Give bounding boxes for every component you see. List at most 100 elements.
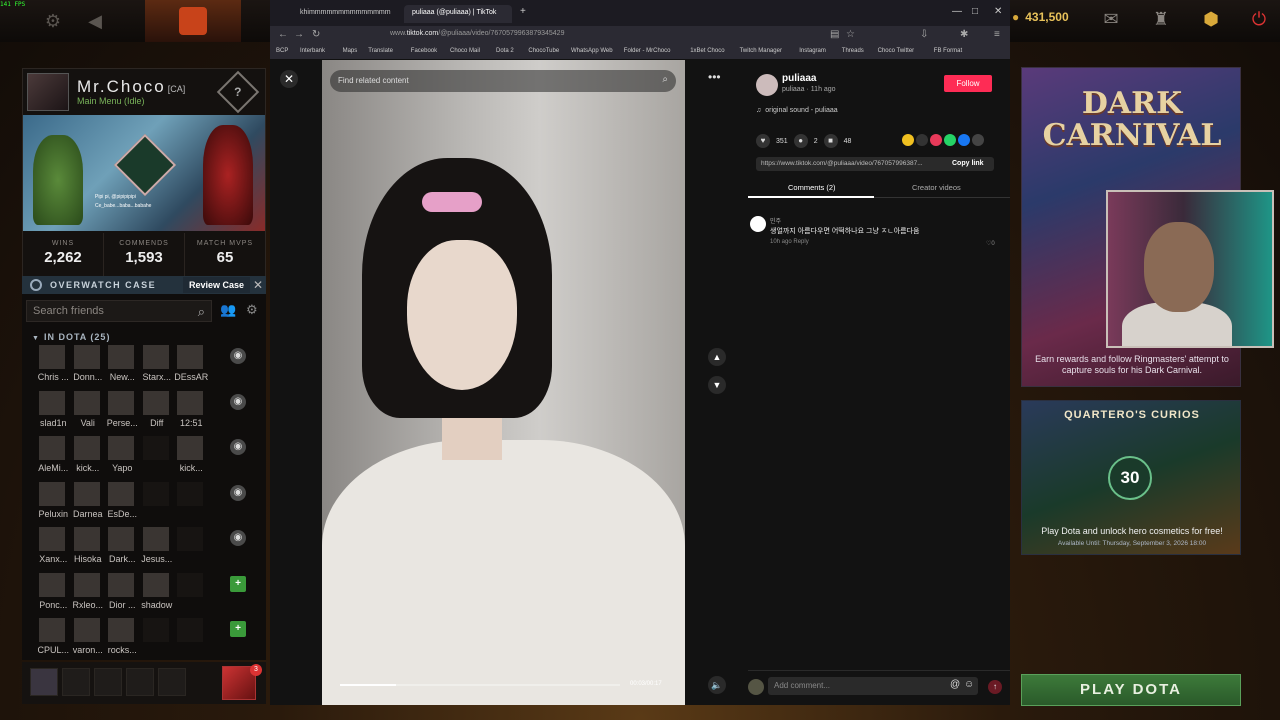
reply-button[interactable]: Reply — [793, 239, 808, 245]
friend-item[interactable]: varon... — [71, 617, 106, 661]
friend-item[interactable]: kick... — [174, 435, 209, 479]
friend-item[interactable]: Rxleo... — [71, 572, 106, 616]
friend-item[interactable] — [174, 481, 209, 525]
friend-item[interactable]: Donn... — [71, 344, 106, 388]
friend-item[interactable]: Starx... — [140, 344, 175, 388]
friend-item[interactable]: slad1n — [36, 390, 71, 434]
bookmark-item[interactable]: Interbank — [300, 48, 325, 54]
settings-gear-icon[interactable]: ⚙ — [42, 10, 64, 32]
friend-item[interactable]: Dark... — [105, 526, 140, 570]
forward-icon[interactable]: → — [294, 29, 304, 40]
bookmark-icon[interactable]: ■ — [823, 134, 838, 148]
party-slot[interactable] — [62, 668, 90, 696]
bookmark-item[interactable]: ChocoTube — [528, 48, 559, 54]
friend-item[interactable]: Chris ... — [36, 344, 71, 388]
bookmark-item[interactable]: BCP — [276, 48, 288, 54]
add-friend-icon[interactable]: 👥 — [220, 302, 236, 318]
sound-link[interactable]: original sound - puliaaa — [756, 107, 837, 114]
creator-username[interactable]: puliaaa — [782, 73, 816, 84]
friend-item[interactable]: Yapo — [105, 435, 140, 479]
friend-item[interactable]: Peluxin — [36, 481, 71, 525]
bookmark-item[interactable]: Folder - MrChoco — [624, 48, 671, 54]
friend-item[interactable]: Darnea — [71, 481, 106, 525]
friend-item[interactable]: Diff — [140, 390, 175, 434]
comment-icon[interactable]: ● — [793, 134, 808, 148]
party-slot[interactable] — [94, 668, 122, 696]
copy-link-button[interactable]: Copy link — [952, 160, 984, 167]
plus-hex-icon[interactable]: ⬢ — [1198, 9, 1224, 33]
reader-icon[interactable]: ▤ — [830, 29, 839, 40]
tab-creator-videos[interactable]: Creator videos — [912, 183, 961, 192]
previous-video-button[interactable]: ▲ — [708, 348, 726, 366]
friend-item[interactable]: CPUL... — [36, 617, 71, 661]
bookmark-star-icon[interactable]: ☆ — [846, 29, 855, 40]
bookmark-item[interactable]: Instagram — [799, 48, 826, 54]
armory-icon[interactable]: ♜ — [1148, 9, 1174, 33]
friend-settings-icon[interactable]: ⚙ — [246, 302, 258, 318]
profile-card[interactable]: Mr.Choco [CA] Main Menu (Idle) ? Pipi pi,… — [22, 68, 266, 278]
friend-item[interactable]: New... — [105, 344, 140, 388]
friend-item[interactable] — [140, 435, 175, 479]
friend-item[interactable] — [174, 526, 209, 570]
share-friend-icon[interactable] — [902, 134, 914, 146]
maximize-icon[interactable]: □ — [972, 6, 978, 17]
bookmark-item[interactable]: 1xBet Choco — [690, 48, 724, 54]
bookmark-item[interactable]: Maps — [343, 48, 358, 54]
next-video-button[interactable]: ▼ — [708, 376, 726, 394]
back-arrow-icon[interactable]: ◀ — [84, 10, 106, 32]
party-slot[interactable] — [158, 668, 186, 696]
mail-icon[interactable]: ✉ — [1098, 9, 1124, 33]
repost-icon[interactable] — [930, 134, 942, 146]
embed-icon[interactable] — [916, 134, 928, 146]
search-friends-input[interactable]: Search friends ⌕ — [26, 300, 212, 322]
post-comment-button[interactable]: ↑ — [988, 680, 1002, 694]
friend-item[interactable]: Hisoka — [71, 526, 106, 570]
address-field[interactable]: www.tiktok.com/@puliaaa/video/7670579963… — [390, 30, 564, 37]
friend-item[interactable]: Xanx... — [36, 526, 71, 570]
video-progress[interactable] — [340, 684, 620, 686]
bookmark-item[interactable]: Dota 2 — [496, 48, 514, 54]
heart-icon[interactable]: ♥ — [756, 134, 770, 148]
bookmark-item[interactable]: WhatsApp Web — [571, 48, 613, 54]
comment-user[interactable]: 민주 — [770, 216, 781, 225]
avatar[interactable] — [756, 74, 778, 96]
new-tab-icon[interactable]: + — [520, 6, 526, 17]
bookmark-item[interactable]: Facebook — [411, 48, 437, 54]
bookmark-item[interactable]: Choco Mail — [450, 48, 480, 54]
friend-item[interactable]: kick... — [71, 435, 106, 479]
friend-item[interactable]: Jesus... — [140, 526, 175, 570]
download-icon[interactable]: ⇩ — [920, 29, 928, 40]
bookmark-item[interactable]: Translate — [368, 48, 393, 54]
related-search-input[interactable]: Find related content ⌕ — [330, 70, 676, 92]
friend-item[interactable]: 12:51 — [174, 390, 209, 434]
more-options-icon[interactable]: ••• — [708, 70, 721, 84]
invite-plus-icon[interactable]: + — [230, 621, 246, 637]
whatsapp-icon[interactable] — [944, 134, 956, 146]
spectate-eye-icon[interactable]: ◉ — [230, 393, 246, 410]
mention-icon[interactable]: @ — [950, 679, 960, 690]
power-icon[interactable]: ⏻ — [1246, 9, 1272, 33]
friend-item[interactable]: AleMi... — [36, 435, 71, 479]
play-dota-button[interactable]: PLAY DOTA — [1021, 674, 1241, 706]
close-window-icon[interactable]: ✕ — [994, 6, 1002, 17]
spectate-eye-icon[interactable]: ◉ — [230, 484, 246, 501]
reload-icon[interactable]: ↻ — [312, 29, 320, 40]
friend-item[interactable]: rocks... — [105, 617, 140, 661]
friend-item[interactable]: Perse... — [105, 390, 140, 434]
invite-plus-icon[interactable]: + — [230, 575, 246, 592]
tab-1[interactable]: khimmmmmmmmmmmmmm — [292, 5, 400, 23]
friend-item[interactable]: Vali — [71, 390, 106, 434]
dota-logo[interactable] — [145, 0, 241, 42]
avatar[interactable] — [27, 73, 69, 111]
video-player[interactable] — [322, 60, 685, 705]
party-slot[interactable] — [30, 668, 58, 696]
comment-like[interactable]: ♡0 — [986, 240, 995, 247]
follow-button[interactable]: Follow — [944, 75, 992, 92]
friend-item[interactable] — [140, 617, 175, 661]
close-icon[interactable]: ✕ — [250, 278, 266, 292]
spectate-eye-icon[interactable]: ◉ — [230, 530, 246, 546]
facebook-icon[interactable] — [958, 134, 970, 146]
add-comment-input[interactable]: Add comment... — [768, 677, 978, 695]
volume-icon[interactable]: 🔈 — [708, 676, 726, 694]
friend-item[interactable]: Ponc... — [36, 572, 71, 616]
